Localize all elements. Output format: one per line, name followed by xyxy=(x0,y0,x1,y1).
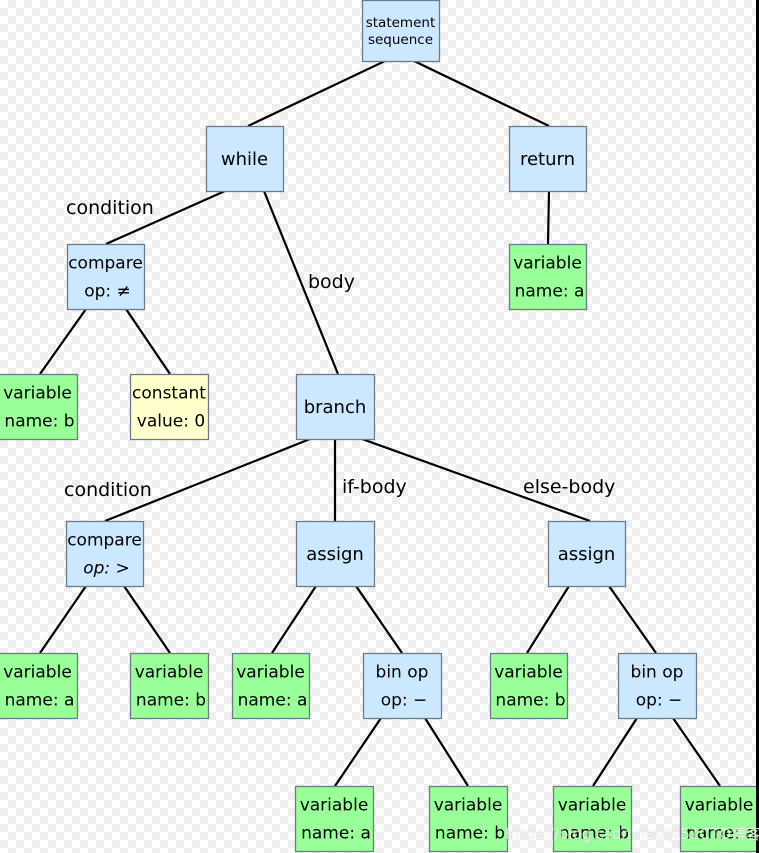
node-binop2: bin op op: − xyxy=(617,652,698,720)
edge-label-condition: condition xyxy=(66,197,154,219)
node-type-label: variable xyxy=(300,796,369,816)
node-detail-label: name: b xyxy=(4,412,74,432)
node-while: while xyxy=(205,125,285,193)
node-detail-label: name: a xyxy=(301,824,371,844)
node-detail-label: value: 0 xyxy=(137,412,205,432)
edge-binop2-to-bo2_a xyxy=(672,717,721,787)
node-detail-label: name: b xyxy=(435,824,505,844)
node-cmp1: compare op: ≠ xyxy=(66,243,146,311)
node-cmp2_b: variable name: b xyxy=(129,652,210,720)
node-type-label: variable xyxy=(434,796,503,816)
node-detail-label: op: − xyxy=(636,691,683,711)
node-binop1: bin op op: − xyxy=(362,652,443,720)
node-type-label: compare xyxy=(67,531,142,551)
edge-label-else-body: else-body xyxy=(523,476,615,498)
edge-label-condition: condition xyxy=(64,479,152,501)
node-const0: constant value: 0 xyxy=(129,373,210,441)
edge-binop1-to-bo1_b xyxy=(424,717,469,787)
node-type-label: variable xyxy=(3,663,72,683)
edge-binop2-to-bo2_b xyxy=(592,717,638,787)
edge-labels-layer: condition body condition if-body else-body xyxy=(64,197,615,501)
node-bo1_a: variable name: a xyxy=(294,785,375,853)
node-type-label: variable xyxy=(558,796,627,816)
node-type-label: variable xyxy=(3,384,72,404)
node-type-label: assign xyxy=(558,544,616,565)
nodes-layer: statementsequence while return compare op: ≠… xyxy=(0,0,759,853)
edge-cmp1-to-var_b1 xyxy=(39,308,87,375)
node-detail-label: name: a xyxy=(515,282,585,302)
node-type-label: variable xyxy=(236,663,305,683)
edge-cmp1-to-const0 xyxy=(125,308,171,375)
node-type-label: bin op xyxy=(631,663,684,683)
node-assign1: assign xyxy=(295,520,376,588)
ast-diagram: condition body condition if-body else-body s… xyxy=(0,0,759,853)
node-type-label: compare xyxy=(68,254,143,274)
node-type-label: assign xyxy=(306,544,364,565)
node-type-label: branch xyxy=(304,397,367,418)
node-type-label: constant xyxy=(132,384,206,404)
node-detail-label: name: a xyxy=(5,691,75,711)
node-assign2: assign xyxy=(547,520,627,588)
node-detail-label: name: b xyxy=(495,691,565,711)
edge-assign2-to-as2_var xyxy=(526,585,570,654)
node-type-label: return xyxy=(520,149,575,170)
edge-assign2-to-binop2 xyxy=(608,585,657,654)
edge-label-body: body xyxy=(308,271,355,293)
node-detail-label: op: − xyxy=(381,691,428,711)
node-as2_var: variable name: b xyxy=(489,652,569,720)
node-detail-label: sequence xyxy=(368,32,433,48)
node-detail-label: op: ≠ xyxy=(84,282,131,302)
node-cmp2: compare op: > xyxy=(65,520,145,588)
node-type-label: variable xyxy=(494,663,563,683)
node-cmp2_a: variable name: a xyxy=(0,652,79,720)
edge-seq-to-while xyxy=(247,60,386,127)
edge-cmp2-to-cmp2_a xyxy=(39,585,87,654)
node-detail-label: name: b xyxy=(136,691,206,711)
node-type-label: statement xyxy=(366,15,436,31)
edge-assign1-to-as1_var xyxy=(271,585,317,654)
node-seq: statementsequence xyxy=(361,0,441,63)
edge-assign1-to-binop1 xyxy=(355,585,403,654)
node-detail-label: name: a xyxy=(238,691,308,711)
watermark: https://blog.csdn.net/@51CTO博客 xyxy=(505,825,759,843)
node-type-label: variable xyxy=(513,254,582,274)
node-bo1_b: variable name: b xyxy=(428,785,509,853)
edge-seq-to-return xyxy=(413,60,550,127)
node-var_b1: variable name: b xyxy=(0,373,79,441)
node-branch: branch xyxy=(295,373,376,441)
edge-label-if-body: if-body xyxy=(342,476,407,498)
node-ret_var: variable name: a xyxy=(508,243,588,311)
node-as1_var: variable name: a xyxy=(231,652,311,720)
edge-return-to-ret_var xyxy=(546,190,551,245)
node-return: return xyxy=(508,125,588,193)
edge-binop1-to-bo1_a xyxy=(334,717,382,787)
node-detail-label: op: > xyxy=(83,559,130,579)
node-type-label: bin op xyxy=(376,663,429,683)
node-type-label: variable xyxy=(685,796,754,816)
edge-cmp2-to-cmp2_b xyxy=(123,585,171,654)
node-type-label: variable xyxy=(135,663,204,683)
node-type-label: while xyxy=(221,149,268,170)
